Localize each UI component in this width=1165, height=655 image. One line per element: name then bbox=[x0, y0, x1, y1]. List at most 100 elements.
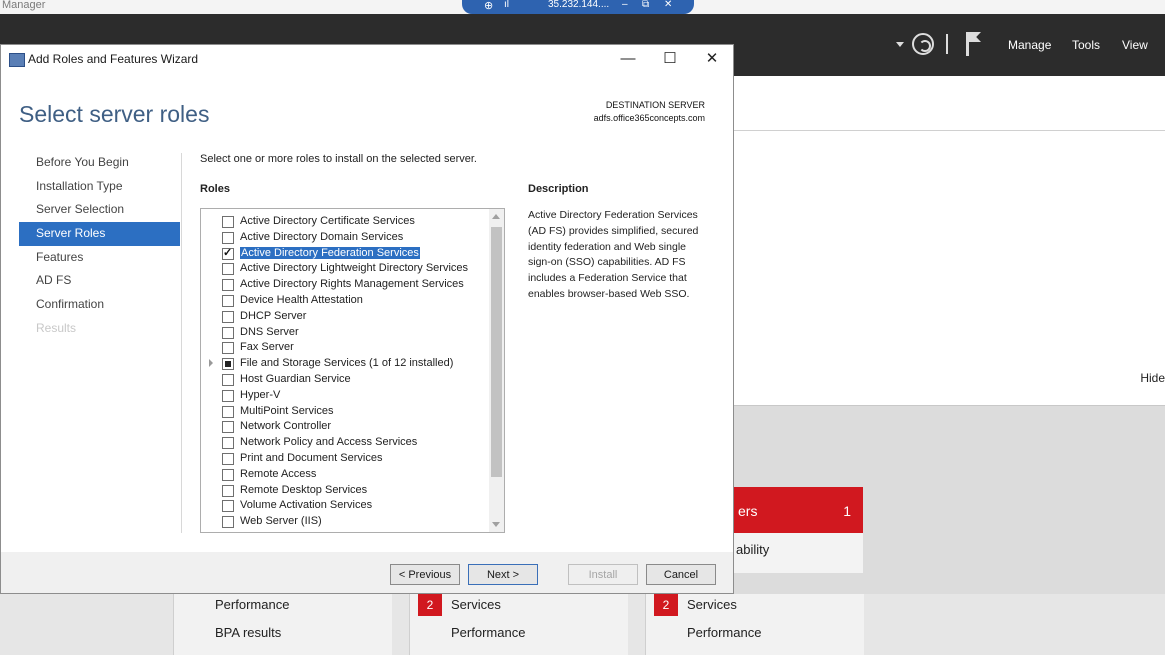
role-checkbox[interactable] bbox=[222, 310, 234, 323]
servers-tile-header[interactable]: ers 1 bbox=[734, 487, 863, 533]
role-label[interactable]: Active Directory Rights Management Servi… bbox=[240, 278, 464, 290]
role-checkbox[interactable] bbox=[222, 468, 234, 481]
hide-link[interactable]: Hide bbox=[1140, 371, 1165, 385]
rdp-close-icon[interactable]: ✕ bbox=[664, 0, 672, 10]
role-item[interactable]: Web Server (IIS) bbox=[201, 514, 491, 529]
role-checkbox[interactable] bbox=[222, 246, 234, 260]
role-item[interactable]: File and Storage Services (1 of 12 insta… bbox=[201, 356, 491, 371]
scroll-thumb[interactable] bbox=[491, 227, 502, 477]
refresh-icon[interactable] bbox=[912, 33, 934, 55]
minimize-button[interactable]: — bbox=[615, 49, 641, 69]
menu-manage[interactable]: Manage bbox=[1008, 38, 1051, 52]
role-checkbox[interactable] bbox=[222, 374, 234, 386]
cancel-button[interactable]: Cancel bbox=[646, 564, 716, 585]
role-item[interactable]: Network Controller bbox=[201, 419, 491, 434]
role-item[interactable]: MultiPoint Services bbox=[201, 404, 491, 419]
role-checkbox[interactable] bbox=[222, 405, 234, 418]
role-checkbox[interactable] bbox=[222, 453, 234, 465]
role-label[interactable]: Web Server (IIS) bbox=[240, 515, 322, 527]
nav-item-features[interactable]: Features bbox=[19, 246, 180, 270]
role-label[interactable]: Network Controller bbox=[240, 420, 331, 432]
previous-button[interactable]: < Previous bbox=[390, 564, 460, 585]
role-checkbox[interactable] bbox=[222, 437, 234, 450]
role-item[interactable]: Fax Server bbox=[201, 340, 491, 355]
role-label[interactable]: Print and Document Services bbox=[240, 452, 382, 464]
role-checkbox[interactable] bbox=[222, 484, 234, 497]
role-checkbox[interactable] bbox=[222, 279, 234, 292]
rdp-restore-icon[interactable]: ⧉ bbox=[642, 0, 649, 10]
close-button[interactable]: ✕ bbox=[699, 49, 725, 69]
next-button[interactable]: Next > bbox=[468, 564, 538, 585]
role-label[interactable]: Active Directory Federation Services bbox=[240, 246, 420, 259]
row-services[interactable]: Services bbox=[451, 597, 501, 612]
role-item[interactable]: Active Directory Domain Services bbox=[201, 230, 491, 245]
role-checkbox[interactable] bbox=[222, 500, 234, 513]
role-checkbox[interactable] bbox=[222, 263, 234, 276]
role-checkbox[interactable] bbox=[222, 216, 234, 228]
chevron-down-icon[interactable] bbox=[896, 42, 904, 47]
scroll-up-icon[interactable] bbox=[492, 214, 500, 219]
role-label[interactable]: Remote Desktop Services bbox=[240, 484, 367, 496]
nav-item-confirmation[interactable]: Confirmation bbox=[19, 293, 180, 317]
scroll-down-icon[interactable] bbox=[492, 522, 500, 527]
role-checkbox[interactable] bbox=[222, 295, 234, 307]
roles-list[interactable]: Active Directory Certificate Services Act… bbox=[200, 208, 505, 533]
pin-icon[interactable]: ⊕ bbox=[484, 0, 493, 12]
role-checkbox[interactable] bbox=[222, 516, 234, 529]
role-checkbox[interactable] bbox=[222, 326, 234, 339]
role-item[interactable]: Host Guardian Service bbox=[201, 372, 491, 387]
nav-item-ad-fs[interactable]: AD FS bbox=[19, 269, 180, 293]
role-item[interactable]: Remote Access bbox=[201, 467, 491, 482]
role-label[interactable]: DNS Server bbox=[240, 326, 299, 338]
row-bpa-results[interactable]: BPA results bbox=[215, 625, 281, 640]
menu-view[interactable]: View bbox=[1122, 38, 1148, 52]
role-item[interactable]: Active Directory Rights Management Servi… bbox=[201, 277, 491, 292]
wizard-titlebar[interactable]: Add Roles and Features Wizard — ☐ ✕ bbox=[1, 45, 733, 73]
nav-item-server-selection[interactable]: Server Selection bbox=[19, 198, 180, 222]
role-item[interactable]: Active Directory Lightweight Directory S… bbox=[201, 261, 491, 276]
role-label[interactable]: Hyper-V bbox=[240, 389, 280, 401]
row-services[interactable]: Services bbox=[687, 597, 737, 612]
role-label[interactable]: Device Health Attestation bbox=[240, 294, 363, 306]
role-item[interactable]: Active Directory Federation Services bbox=[201, 246, 491, 261]
maximize-button[interactable]: ☐ bbox=[657, 49, 683, 69]
row-performance[interactable]: Performance bbox=[215, 597, 289, 612]
role-item[interactable]: DNS Server bbox=[201, 325, 491, 340]
role-label[interactable]: Remote Access bbox=[240, 468, 316, 480]
role-item[interactable]: Network Policy and Access Services bbox=[201, 435, 491, 450]
role-item[interactable]: Volume Activation Services bbox=[201, 498, 491, 513]
role-label[interactable]: Active Directory Domain Services bbox=[240, 231, 403, 243]
role-checkbox[interactable] bbox=[222, 389, 234, 402]
role-label[interactable]: Fax Server bbox=[240, 341, 294, 353]
manageability-row[interactable]: ability bbox=[734, 533, 863, 573]
menu-tools[interactable]: Tools bbox=[1072, 38, 1100, 52]
role-item[interactable]: Device Health Attestation bbox=[201, 293, 491, 308]
role-item[interactable]: DHCP Server bbox=[201, 309, 491, 324]
role-item[interactable]: Print and Document Services bbox=[201, 451, 491, 466]
role-label[interactable]: MultiPoint Services bbox=[240, 405, 334, 417]
role-label[interactable]: Volume Activation Services bbox=[240, 499, 372, 511]
role-label[interactable]: Active Directory Certificate Services bbox=[240, 215, 415, 227]
rdp-minimize-icon[interactable]: – bbox=[622, 0, 628, 10]
role-label[interactable]: Active Directory Lightweight Directory S… bbox=[240, 262, 468, 274]
remote-desktop-bar[interactable]: ⊕ ıl 35.232.144.... – ⧉ ✕ bbox=[462, 0, 694, 14]
roles-scrollbar[interactable] bbox=[489, 209, 504, 532]
nav-item-installation-type[interactable]: Installation Type bbox=[19, 175, 180, 199]
role-item[interactable]: Hyper-V bbox=[201, 388, 491, 403]
expand-arrow-icon[interactable] bbox=[209, 359, 213, 368]
role-label[interactable]: Network Policy and Access Services bbox=[240, 436, 417, 448]
role-item[interactable]: Remote Desktop Services bbox=[201, 483, 491, 498]
nav-item-server-roles[interactable]: Server Roles bbox=[19, 222, 180, 246]
role-checkbox[interactable] bbox=[222, 421, 234, 434]
role-label[interactable]: File and Storage Services (1 of 12 insta… bbox=[240, 357, 453, 369]
role-label[interactable]: Host Guardian Service bbox=[240, 373, 351, 385]
nav-item-before-you-begin[interactable]: Before You Begin bbox=[19, 151, 180, 175]
role-checkbox[interactable] bbox=[222, 342, 234, 355]
role-checkbox[interactable] bbox=[222, 231, 234, 244]
role-checkbox[interactable] bbox=[222, 358, 234, 371]
flag-icon[interactable] bbox=[966, 32, 969, 56]
row-performance[interactable]: Performance bbox=[451, 625, 525, 640]
install-button[interactable]: Install bbox=[568, 564, 638, 585]
role-label[interactable]: DHCP Server bbox=[240, 310, 306, 322]
role-item[interactable]: Active Directory Certificate Services bbox=[201, 214, 491, 229]
